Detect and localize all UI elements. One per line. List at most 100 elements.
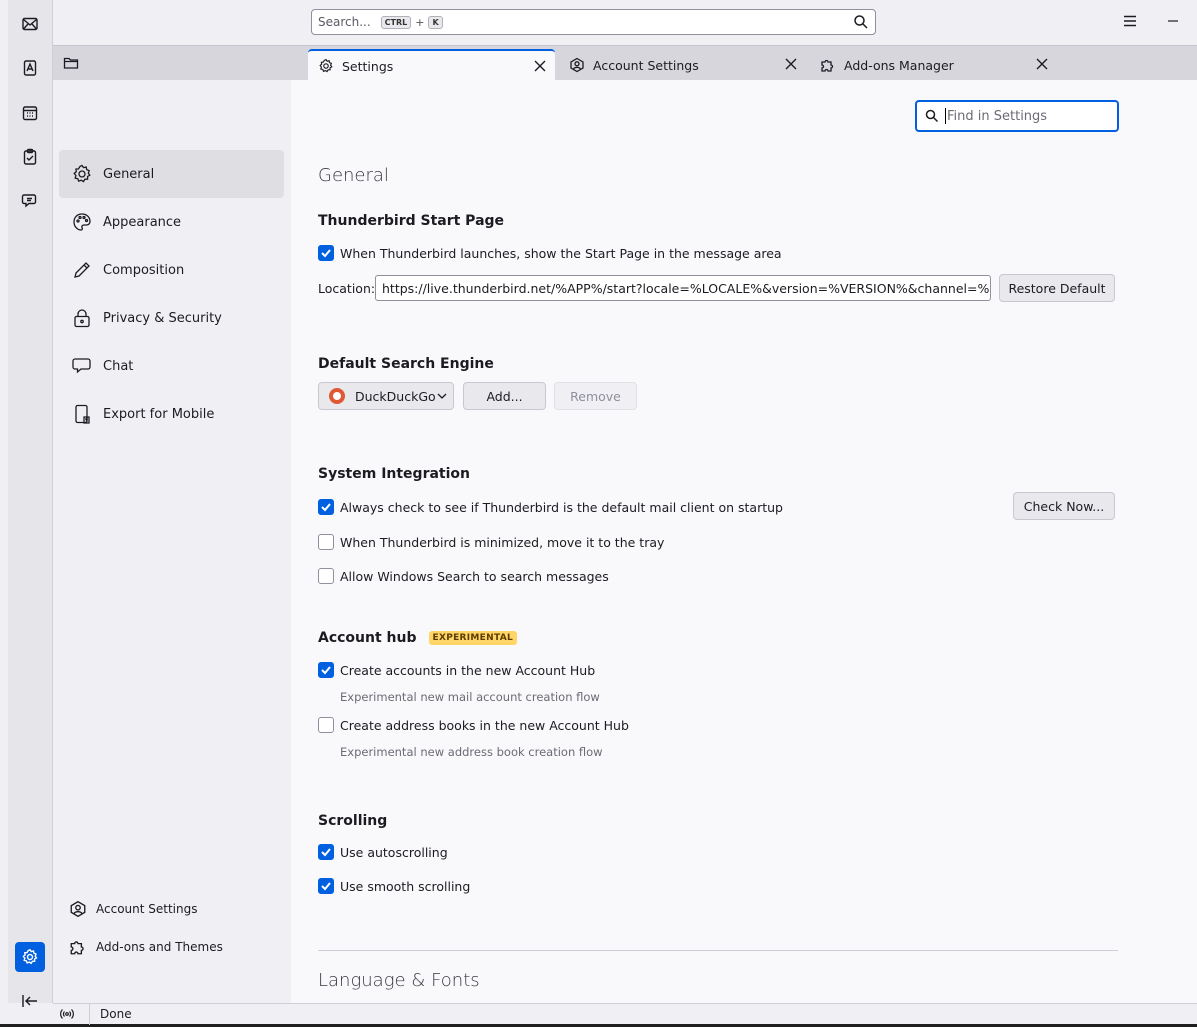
account-hub-heading: Account hub EXPERIMENTAL	[318, 630, 518, 646]
minimize-window-icon[interactable]	[1164, 12, 1182, 30]
calendar-icon	[22, 106, 38, 121]
heading-text: Account hub	[318, 630, 417, 646]
tab-account-settings[interactable]: Account Settings	[559, 49, 806, 81]
checkbox-unchecked[interactable]	[318, 568, 334, 584]
palette-icon	[73, 213, 91, 231]
search-engine-select[interactable]: DuckDuckGo	[318, 382, 454, 410]
puzzle-icon	[821, 59, 834, 72]
close-icon[interactable]	[533, 59, 547, 73]
tab-strip: Settings Account Settings Add-ons Manage…	[53, 45, 1197, 81]
start-page-location-input[interactable]: https://live.thunderbird.net/%APP%/start…	[375, 275, 991, 301]
folder-icon[interactable]	[63, 56, 79, 70]
checkbox-checked[interactable]	[318, 662, 334, 678]
checkbox-unchecked[interactable]	[318, 534, 334, 550]
close-icon[interactable]	[784, 57, 798, 71]
category-label: Composition	[103, 262, 185, 278]
checkbox-label: Create address books in the new Account …	[340, 717, 629, 733]
scrolling-heading: Scrolling	[318, 813, 388, 829]
create-accounts-description: Experimental new mail account creation f…	[340, 690, 600, 704]
settings-space-button[interactable]	[15, 942, 45, 972]
collapse-left-icon	[22, 995, 37, 1007]
tab-settings[interactable]: Settings	[308, 49, 555, 81]
settings-sidebar: General Appearance Composition Privacy &…	[53, 80, 291, 1003]
tasks-space-button[interactable]	[15, 142, 45, 172]
default-client-checkbox[interactable]: Always check to see if Thunderbird is th…	[318, 499, 783, 515]
search-placeholder: Search...	[318, 15, 371, 29]
page-title: General	[318, 165, 389, 186]
link-label: Account Settings	[96, 902, 198, 916]
chat-space-button[interactable]	[15, 186, 45, 216]
address-book-space-button[interactable]	[15, 53, 45, 83]
windows-search-checkbox[interactable]: Allow Windows Search to search messages	[318, 568, 609, 584]
checkbox-checked[interactable]	[318, 245, 334, 261]
checkmark-icon	[321, 848, 331, 857]
show-start-page-checkbox[interactable]: When Thunderbird launches, show the Star…	[318, 245, 782, 261]
category-appearance[interactable]: Appearance	[59, 198, 284, 246]
create-address-books-checkbox[interactable]: Create address books in the new Account …	[318, 717, 629, 733]
sidebar-addons-themes-link[interactable]: Add-ons and Themes	[69, 938, 223, 956]
shortcut-plus: +	[415, 15, 425, 29]
mail-space-button[interactable]	[15, 9, 45, 39]
close-icon[interactable]	[1035, 57, 1049, 71]
find-in-settings-input[interactable]: Find in Settings	[915, 100, 1119, 132]
account-icon	[570, 57, 584, 73]
settings-content: Find in Settings General Thunderbird Sta…	[291, 80, 1197, 1003]
checkbox-label: Use smooth scrolling	[340, 878, 471, 894]
global-search-input[interactable]: Search... CTRL + K	[311, 9, 876, 35]
tab-label: Add-ons Manager	[844, 57, 954, 73]
autoscroll-checkbox[interactable]: Use autoscrolling	[318, 844, 448, 860]
add-search-engine-button[interactable]: Add...	[463, 382, 546, 410]
section-divider	[318, 950, 1118, 951]
category-privacy-security[interactable]: Privacy & Security	[59, 294, 284, 342]
category-label: Appearance	[103, 214, 182, 230]
minimize-tray-checkbox[interactable]: When Thunderbird is minimized, move it t…	[318, 534, 664, 550]
spaces-toolbar	[8, 0, 53, 1007]
duckduckgo-logo-icon	[329, 388, 345, 404]
experimental-badge: EXPERIMENTAL	[428, 631, 518, 645]
calendar-space-button[interactable]	[15, 98, 45, 128]
lock-icon	[74, 309, 90, 328]
checkmark-icon	[321, 503, 331, 512]
create-address-books-description: Experimental new address book creation f…	[340, 745, 603, 759]
title-bar: Search... CTRL + K	[53, 0, 1197, 45]
remove-search-engine-button[interactable]: Remove	[554, 382, 637, 410]
search-icon[interactable]	[853, 14, 869, 30]
sidebar-account-settings-link[interactable]: Account Settings	[69, 900, 197, 918]
create-accounts-checkbox[interactable]: Create accounts in the new Account Hub	[318, 662, 595, 678]
gear-icon	[319, 58, 333, 73]
smooth-scroll-checkbox[interactable]: Use smooth scrolling	[318, 878, 470, 894]
find-placeholder: Find in Settings	[947, 108, 1048, 124]
pencil-icon	[74, 262, 90, 278]
checkmark-icon	[321, 249, 331, 258]
chat-icon	[72, 358, 91, 374]
checkbox-unchecked[interactable]	[318, 717, 334, 733]
checkbox-checked[interactable]	[318, 878, 334, 894]
location-label: Location:	[318, 281, 376, 296]
search-icon	[925, 109, 939, 123]
checkbox-label: Allow Windows Search to search messages	[340, 568, 609, 584]
start-page-heading: Thunderbird Start Page	[318, 213, 505, 229]
category-export-mobile[interactable]: Export for Mobile	[59, 390, 284, 438]
clipboard-check-icon	[23, 148, 37, 165]
status-bar: Done	[53, 1003, 1197, 1025]
category-label: Chat	[103, 358, 134, 374]
checkbox-checked[interactable]	[318, 499, 334, 515]
category-general[interactable]: General	[59, 150, 284, 198]
checkbox-label: When Thunderbird launches, show the Star…	[340, 245, 782, 261]
puzzle-icon	[70, 941, 84, 955]
text-caret	[945, 108, 946, 124]
tab-addons-manager[interactable]: Add-ons Manager	[810, 49, 1057, 81]
category-chat[interactable]: Chat	[59, 342, 284, 390]
collapse-spaces-button[interactable]	[15, 990, 45, 1012]
thunderbird-window: Search... CTRL + K Settings Account Sett…	[0, 0, 1197, 1025]
system-integration-heading: System Integration	[318, 466, 471, 482]
online-status-icon[interactable]	[59, 1006, 75, 1022]
language-fonts-title: Language & Fonts	[318, 970, 480, 991]
checkbox-checked[interactable]	[318, 844, 334, 860]
checkmark-icon	[321, 882, 331, 891]
hamburger-menu-icon[interactable]	[1121, 12, 1139, 30]
restore-default-button[interactable]: Restore Default	[999, 274, 1115, 302]
chevron-down-icon	[437, 393, 447, 399]
category-composition[interactable]: Composition	[59, 246, 284, 294]
check-now-button[interactable]: Check Now...	[1013, 492, 1115, 520]
